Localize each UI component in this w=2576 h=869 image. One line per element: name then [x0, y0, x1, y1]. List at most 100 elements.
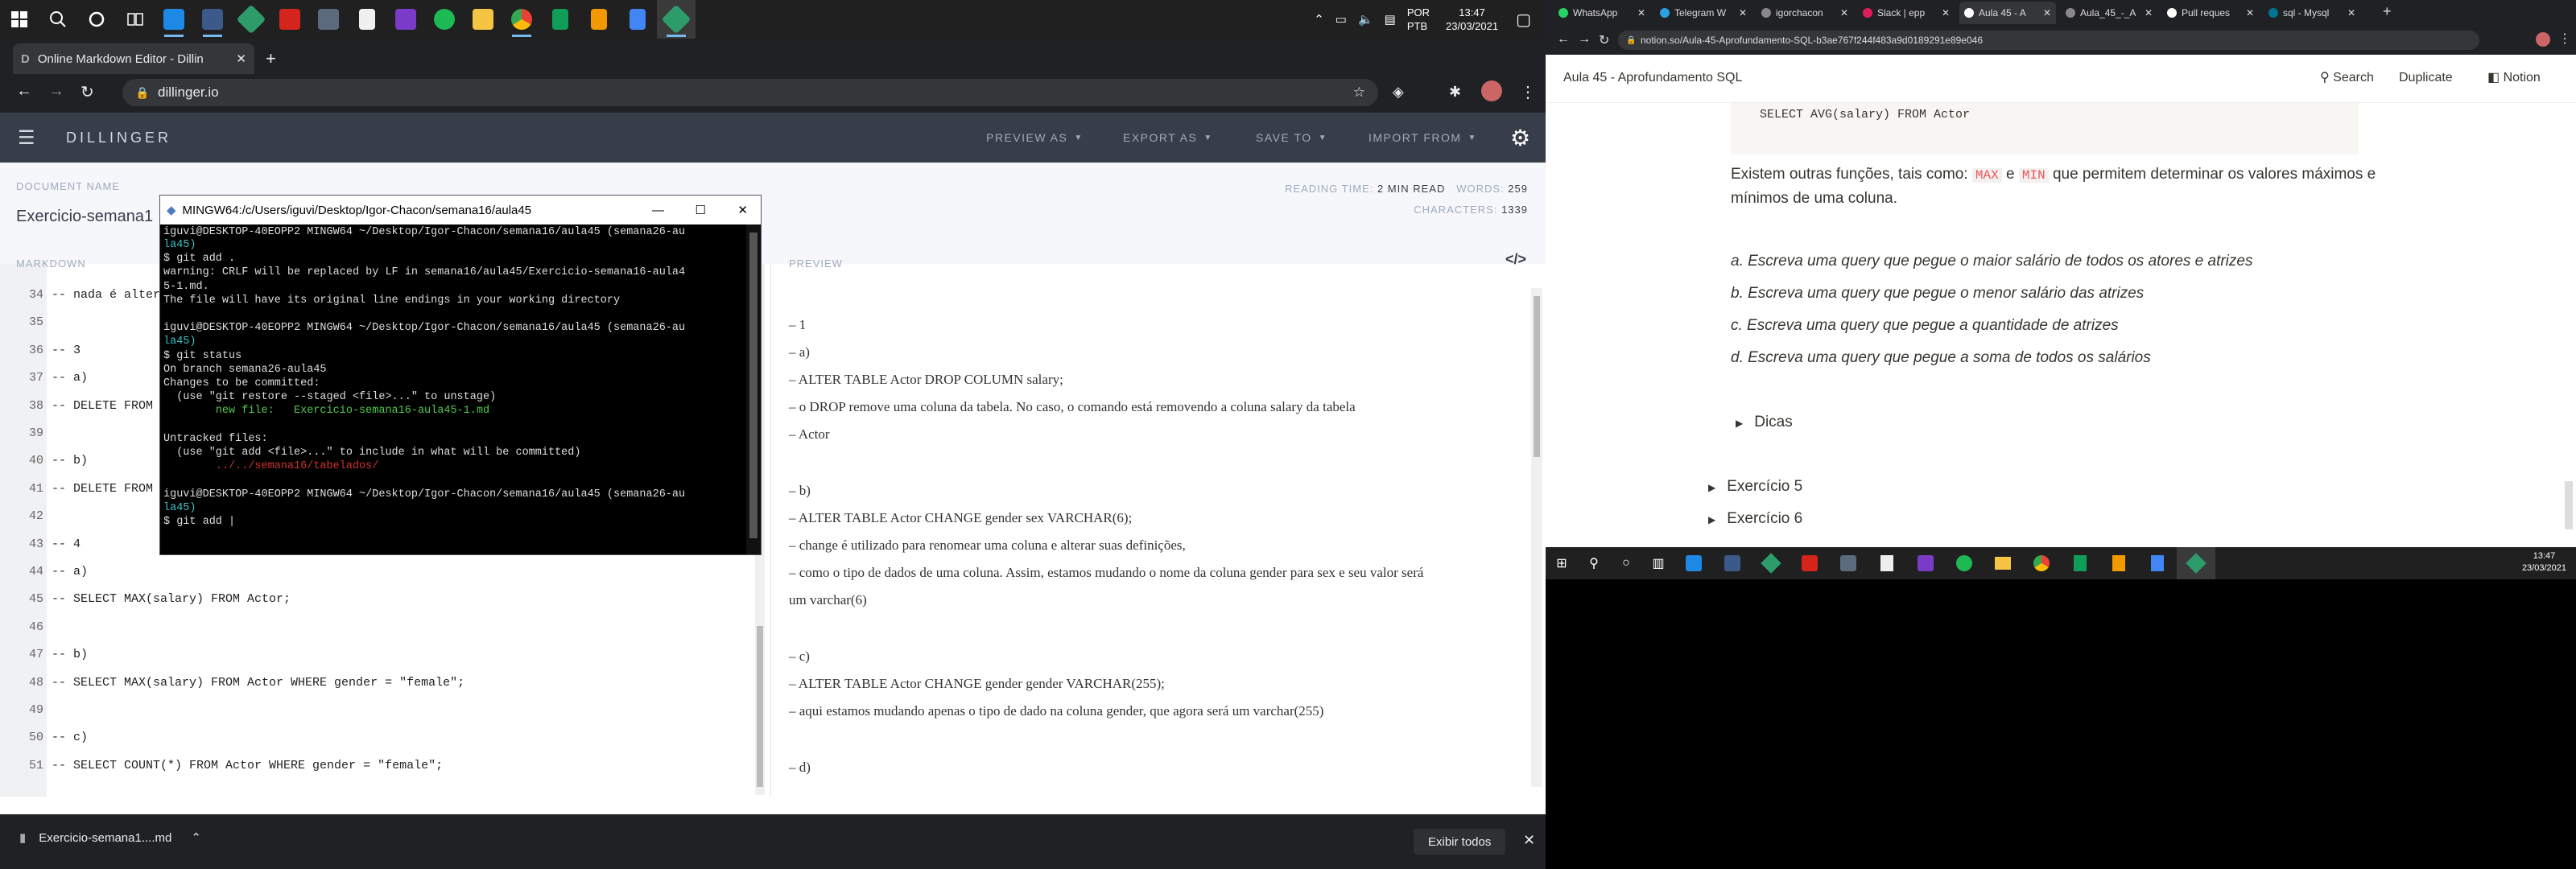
search-icon[interactable]: [39, 0, 77, 39]
notifications-icon[interactable]: ▢: [1516, 10, 1531, 30]
task-view-icon[interactable]: ▥: [1642, 555, 1674, 571]
browser-tab[interactable]: sql - Mysql ✕: [2264, 2, 2360, 24]
code-toggle-icon[interactable]: </>: [1505, 251, 1526, 268]
maximize-icon[interactable]: ☐: [696, 203, 706, 217]
page-title[interactable]: Aula 45 - Aprofundamento SQL: [1563, 71, 1742, 85]
code-line[interactable]: -- b): [52, 648, 88, 661]
gitkraken-icon[interactable]: [1752, 553, 1790, 574]
cortana-icon[interactable]: ○: [1610, 556, 1642, 570]
menu-dots-icon[interactable]: ⋮: [1520, 82, 1536, 102]
notion-scrollbar[interactable]: [2565, 481, 2573, 529]
file-icon[interactable]: [348, 0, 386, 39]
new-tab-icon[interactable]: +: [266, 48, 276, 69]
browser-tab[interactable]: D Online Markdown Editor - Dillin ✕: [13, 43, 254, 74]
minimize-icon[interactable]: —: [652, 204, 664, 217]
file-icon[interactable]: [1868, 555, 1906, 571]
close-tab-icon[interactable]: ✕: [1942, 7, 1950, 19]
chevron-up-icon[interactable]: ⌃: [191, 830, 201, 845]
git-bash-icon[interactable]: [1713, 555, 1752, 571]
search-icon[interactable]: ⚲: [1578, 555, 1610, 571]
address-bar[interactable]: 🔒 notion.so/Aula-45-Aprofundamento-SQL-b…: [1618, 31, 2479, 50]
browser-tab[interactable]: Slack | epp ✕: [1858, 2, 1955, 24]
close-tab-icon[interactable]: ✕: [1840, 7, 1848, 19]
slides-icon[interactable]: [580, 0, 618, 39]
code-line[interactable]: -- b): [52, 454, 88, 467]
calculator-icon[interactable]: [309, 0, 348, 39]
file-explorer-icon[interactable]: [1984, 557, 2022, 570]
terminal-scrollbar[interactable]: [746, 224, 761, 554]
preview-scrollbar[interactable]: [1531, 288, 1542, 787]
code-line[interactable]: -- SELECT MAX(salary) FROM Actor;: [52, 592, 291, 606]
acrobat-icon[interactable]: [1790, 555, 1829, 571]
clock[interactable]: 13:47 23/03/2021: [1446, 6, 1498, 33]
show-all-button[interactable]: Exibir todos: [1414, 829, 1506, 855]
toggle-dicas[interactable]: ▶ Dicas: [1736, 414, 1793, 431]
extension-icon[interactable]: ◈: [1393, 84, 1404, 101]
forward-icon[interactable]: →: [1578, 32, 1591, 47]
acrobat-icon[interactable]: [270, 0, 309, 39]
toggle-exercicio-6[interactable]: ▶ Exercício 6: [1708, 510, 1802, 528]
toggle-exercicio-5[interactable]: ▶ Exercício 5: [1708, 478, 1802, 496]
chevron-up-icon[interactable]: ⌃: [1314, 12, 1324, 27]
network-icon[interactable]: ▤: [1385, 12, 1396, 27]
gitkraken-icon[interactable]: [232, 0, 270, 39]
windows-start-icon[interactable]: [0, 0, 39, 39]
close-tab-icon[interactable]: ✕: [1637, 7, 1645, 19]
code-line[interactable]: -- 4: [52, 537, 80, 551]
chrome-icon[interactable]: [2022, 555, 2061, 571]
notion-button[interactable]: ◧ Notion: [2487, 69, 2541, 85]
close-tab-icon[interactable]: ✕: [236, 51, 246, 66]
export-as-menu[interactable]: EXPORT AS ▼: [1123, 113, 1213, 163]
volume-icon[interactable]: 🔈: [1358, 12, 1373, 27]
doc-name-input[interactable]: Exercicio-semana1: [16, 208, 153, 226]
code-line[interactable]: -- c): [52, 731, 88, 744]
close-tab-icon[interactable]: ✕: [2043, 7, 2051, 19]
code-line[interactable]: -- nada é alter: [52, 288, 160, 302]
media-app-icon[interactable]: [386, 0, 425, 39]
browser-tab[interactable]: Aula_45_-_A ✕: [2061, 2, 2157, 24]
reload-icon[interactable]: ↻: [80, 82, 94, 102]
task-view-icon[interactable]: [116, 0, 155, 39]
duplicate-button[interactable]: Duplicate: [2399, 71, 2453, 85]
docs-icon[interactable]: [618, 0, 657, 39]
download-item[interactable]: ▮ Exercicio-semana1....md ⌃: [19, 830, 201, 846]
docs-icon[interactable]: [2138, 555, 2177, 571]
gear-icon[interactable]: ⚙: [1510, 125, 1530, 151]
browser-tab[interactable]: Pull reques ✕: [2162, 2, 2259, 24]
code-block[interactable]: SELECT AVG(salary) FROM Actor: [1731, 103, 2359, 154]
browser-tab[interactable]: Aula 45 - A ✕: [1959, 2, 2056, 24]
git-bash-terminal[interactable]: ◆ MINGW64:/c/Users/iguvi/Desktop/Igor-Ch…: [159, 195, 762, 555]
search-button[interactable]: ⚲ Search: [2320, 69, 2374, 85]
close-icon[interactable]: ✕: [737, 203, 748, 217]
back-icon[interactable]: ←: [1557, 32, 1570, 47]
code-line[interactable]: -- SELECT COUNT(*) FROM Actor WHERE gend…: [52, 759, 443, 772]
code-line[interactable]: -- DELETE FROM A: [52, 482, 167, 496]
calculator-icon[interactable]: [1829, 555, 1868, 571]
address-bar[interactable]: 🔒 dillinger.io ☆: [122, 79, 1378, 106]
code-line[interactable]: -- a): [52, 565, 88, 579]
close-tab-icon[interactable]: ✕: [2347, 7, 2355, 19]
code-line[interactable]: -- a): [52, 371, 88, 385]
close-tab-icon[interactable]: ✕: [2145, 7, 2153, 19]
windows-start-icon[interactable]: ⊞: [1546, 555, 1578, 571]
reload-icon[interactable]: ↻: [1599, 32, 1609, 48]
clock[interactable]: 13:47 23/03/2021: [2522, 550, 2566, 575]
battery-icon[interactable]: ▭: [1335, 12, 1347, 27]
browser-tab[interactable]: Telegram W ✕: [1655, 2, 1752, 24]
vscode-icon[interactable]: [1674, 555, 1713, 571]
browser-tab[interactable]: WhatsApp ✕: [1554, 2, 1650, 24]
spotify-icon[interactable]: [1945, 555, 1984, 571]
sheets-icon[interactable]: [2061, 555, 2099, 571]
puzzle-icon[interactable]: ✱: [1449, 84, 1461, 101]
avatar[interactable]: [1481, 80, 1502, 101]
bookmark-star-icon[interactable]: ☆: [1353, 84, 1365, 101]
save-to-menu[interactable]: SAVE TO ▼: [1256, 113, 1327, 163]
gitkraken-active-icon[interactable]: [657, 0, 696, 39]
menu-dots-icon[interactable]: ⋮: [2558, 31, 2571, 47]
vscode-icon[interactable]: [155, 0, 193, 39]
sheets-icon[interactable]: [541, 0, 580, 39]
forward-icon[interactable]: →: [48, 82, 64, 101]
slides-icon[interactable]: [2099, 555, 2138, 571]
chrome-icon[interactable]: [502, 0, 541, 39]
browser-tab[interactable]: igorchacon ✕: [1757, 2, 1853, 24]
